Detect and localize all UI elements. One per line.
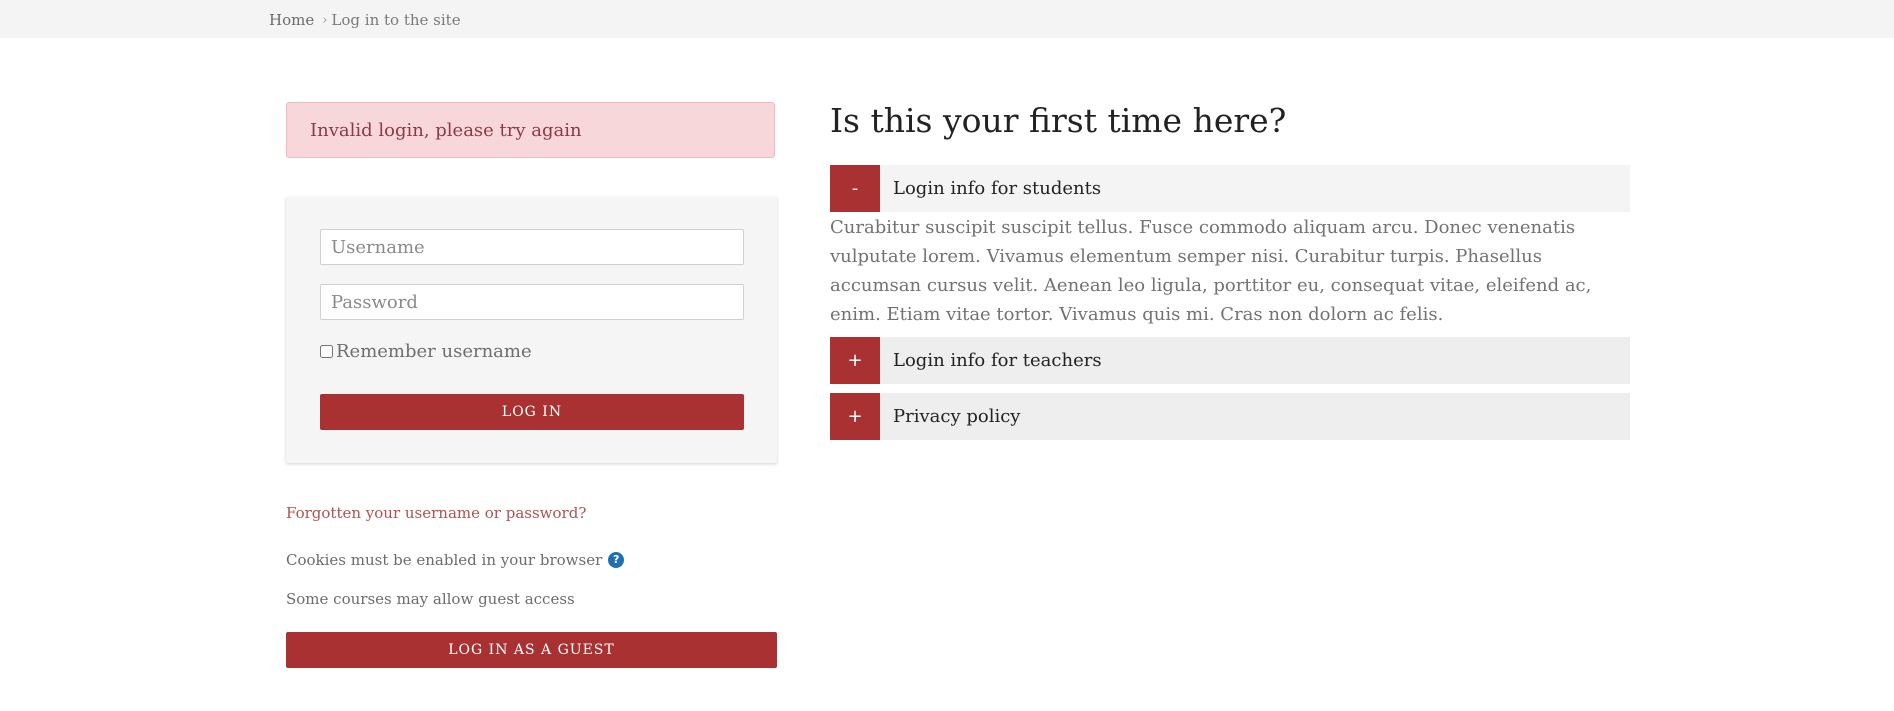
accordion-students-header[interactable]: - Login info for students	[830, 165, 1630, 212]
login-form: Remember username Log in	[286, 197, 777, 463]
expand-icon[interactable]: +	[830, 393, 880, 440]
accordion-students-body: Curabitur suscipit suscipit tellus. Fusc…	[830, 217, 1592, 325]
guest-login-button[interactable]: Log in as a guest	[286, 632, 777, 668]
breadcrumb-home-link[interactable]: Home	[269, 11, 314, 29]
remember-username-label: Remember username	[336, 341, 532, 362]
cookies-notice: Cookies must be enabled in your browser …	[286, 551, 625, 569]
accordion-title: Login info for teachers	[893, 350, 1102, 371]
accordion-title: Privacy policy	[893, 406, 1021, 427]
accordion-privacy-header[interactable]: + Privacy policy	[830, 393, 1630, 440]
guest-access-note: Some courses may allow guest access	[286, 590, 575, 608]
collapse-icon[interactable]: -	[830, 165, 880, 212]
alert-message: Invalid login, please try again	[310, 120, 582, 141]
accordion-title: Login info for students	[893, 178, 1102, 199]
help-icon[interactable]: ?	[608, 552, 625, 568]
breadcrumb: Home › Log in to the site	[269, 11, 461, 29]
breadcrumb-current: Log in to the site	[331, 11, 461, 29]
login-error-alert: Invalid login, please try again	[286, 102, 775, 158]
forgot-credentials-link[interactable]: Forgotten your username or password?	[286, 504, 586, 522]
remember-username[interactable]: Remember username	[320, 341, 532, 362]
username-input[interactable]	[320, 229, 744, 265]
login-button[interactable]: Log in	[320, 394, 744, 430]
cookies-notice-text: Cookies must be enabled in your browser	[286, 551, 603, 569]
accordion-teachers-header[interactable]: + Login info for teachers	[830, 337, 1630, 384]
remember-username-checkbox[interactable]	[320, 345, 333, 358]
first-time-heading: Is this your first time here?	[830, 101, 1287, 140]
chevron-right-icon: ›	[322, 12, 328, 28]
breadcrumb-bar: Home › Log in to the site	[0, 0, 1894, 38]
expand-icon[interactable]: +	[830, 337, 880, 384]
password-input[interactable]	[320, 284, 744, 320]
